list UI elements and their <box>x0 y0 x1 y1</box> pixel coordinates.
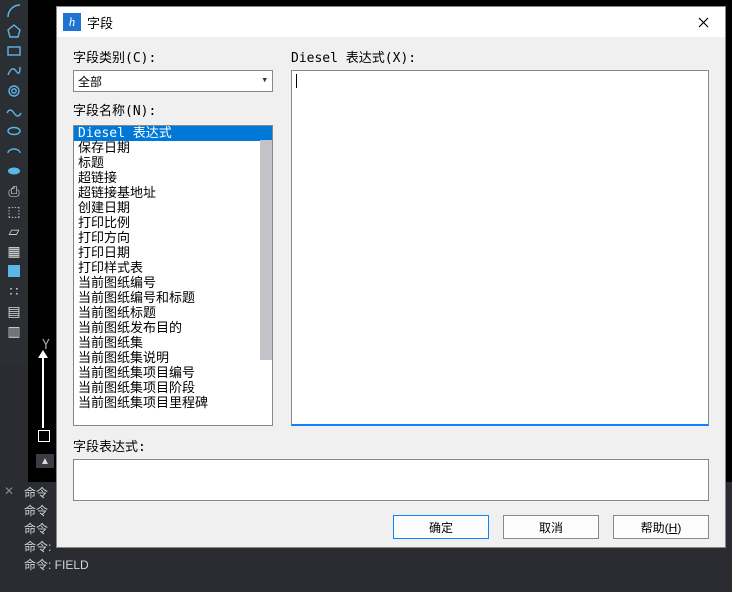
field-category-combo[interactable]: 全部 <box>73 70 273 92</box>
command-close-icon[interactable]: ✕ <box>2 484 16 498</box>
field-category-label: 字段类别(C): <box>73 47 273 66</box>
dialog-title: 字段 <box>87 13 683 32</box>
ok-button-label: 确定 <box>429 519 453 536</box>
tool-wave-icon[interactable] <box>4 102 24 120</box>
scrollbar-thumb[interactable] <box>260 140 272 360</box>
cancel-button[interactable]: 取消 <box>503 515 599 539</box>
help-button-label: 帮助(H) <box>641 519 682 536</box>
listbox-scrollbar[interactable] <box>255 126 272 425</box>
tool-rectangle-icon[interactable] <box>4 42 24 60</box>
tool-grid-icon[interactable]: ▤ <box>4 302 24 320</box>
tool-table-icon[interactable]: ▥ <box>4 322 24 340</box>
field-name-item[interactable]: 当前图纸集项目阶段 <box>74 381 272 396</box>
field-name-item[interactable]: Diesel 表达式 <box>74 126 272 141</box>
tool-ellipse-arc-icon[interactable] <box>4 142 24 160</box>
field-name-item[interactable]: 当前图纸集项目里程碑 <box>74 396 272 411</box>
field-name-item[interactable]: 当前图纸编号和标题 <box>74 291 272 306</box>
app-left-toolbar: ⎙ ⬚ ▱ ▦ ∷ ▤ ▥ <box>0 0 28 364</box>
tool-block-icon[interactable]: ⬚ <box>4 202 24 220</box>
field-name-item[interactable]: 标题 <box>74 156 272 171</box>
tool-point-icon[interactable]: ∷ <box>4 282 24 300</box>
field-expression-label: 字段表达式: <box>73 436 709 455</box>
tool-ellipse-fill-icon[interactable] <box>4 162 24 180</box>
field-name-item[interactable]: 当前图纸集项目编号 <box>74 366 272 381</box>
field-name-item[interactable]: 当前图纸编号 <box>74 276 272 291</box>
field-expression-output <box>73 459 709 501</box>
tool-hatch-icon[interactable]: ▦ <box>4 242 24 260</box>
dialog-close-button[interactable] <box>683 7 723 37</box>
tool-insert-icon[interactable]: ⎙ <box>4 182 24 200</box>
tool-pentagon-icon[interactable] <box>4 22 24 40</box>
tool-spline-icon[interactable] <box>4 62 24 80</box>
tool-ellipse-icon[interactable] <box>4 122 24 140</box>
text-caret-icon <box>296 74 297 88</box>
field-name-item[interactable]: 打印方向 <box>74 231 272 246</box>
field-name-item[interactable]: 保存日期 <box>74 141 272 156</box>
dialog-titlebar[interactable]: h 字段 <box>57 7 725 37</box>
field-name-item[interactable]: 打印比例 <box>74 216 272 231</box>
field-name-item[interactable]: 当前图纸发布目的 <box>74 321 272 336</box>
help-button[interactable]: 帮助(H) <box>613 515 709 539</box>
command-line: 命令: FIELD <box>24 556 728 574</box>
field-name-item[interactable]: 超链接 <box>74 171 272 186</box>
field-category-value: 全部 <box>78 73 102 90</box>
app-icon: h <box>63 13 81 31</box>
field-name-item[interactable]: 打印日期 <box>74 246 272 261</box>
expression-label: Diesel 表达式(X): <box>291 47 709 66</box>
layout-scroll-up-icon[interactable]: ▲ <box>36 454 54 468</box>
close-icon <box>698 17 709 28</box>
field-name-item[interactable]: 打印样式表 <box>74 261 272 276</box>
cancel-button-label: 取消 <box>539 519 563 536</box>
ucs-y-arrow <box>42 356 44 428</box>
field-name-item[interactable]: 当前图纸集 <box>74 336 272 351</box>
field-name-item[interactable]: 当前图纸标题 <box>74 306 272 321</box>
field-name-label: 字段名称(N): <box>73 100 273 119</box>
diesel-expression-input[interactable] <box>291 70 709 426</box>
tool-arc-icon[interactable] <box>4 2 24 20</box>
field-name-item[interactable]: 创建日期 <box>74 201 272 216</box>
tool-tag-icon[interactable]: ▱ <box>4 222 24 240</box>
ok-button[interactable]: 确定 <box>393 515 489 539</box>
tool-gradient-icon[interactable] <box>4 262 24 280</box>
field-name-item[interactable]: 当前图纸集说明 <box>74 351 272 366</box>
tool-ring-icon[interactable] <box>4 82 24 100</box>
field-name-item[interactable]: 超链接基地址 <box>74 186 272 201</box>
ucs-origin-icon <box>38 430 50 442</box>
field-name-listbox[interactable]: Diesel 表达式保存日期标题超链接超链接基地址创建日期打印比例打印方向打印日… <box>73 125 273 426</box>
field-dialog: h 字段 字段类别(C): 全部 字段名称(N): Diesel 表达式保存日期… <box>56 6 726 548</box>
